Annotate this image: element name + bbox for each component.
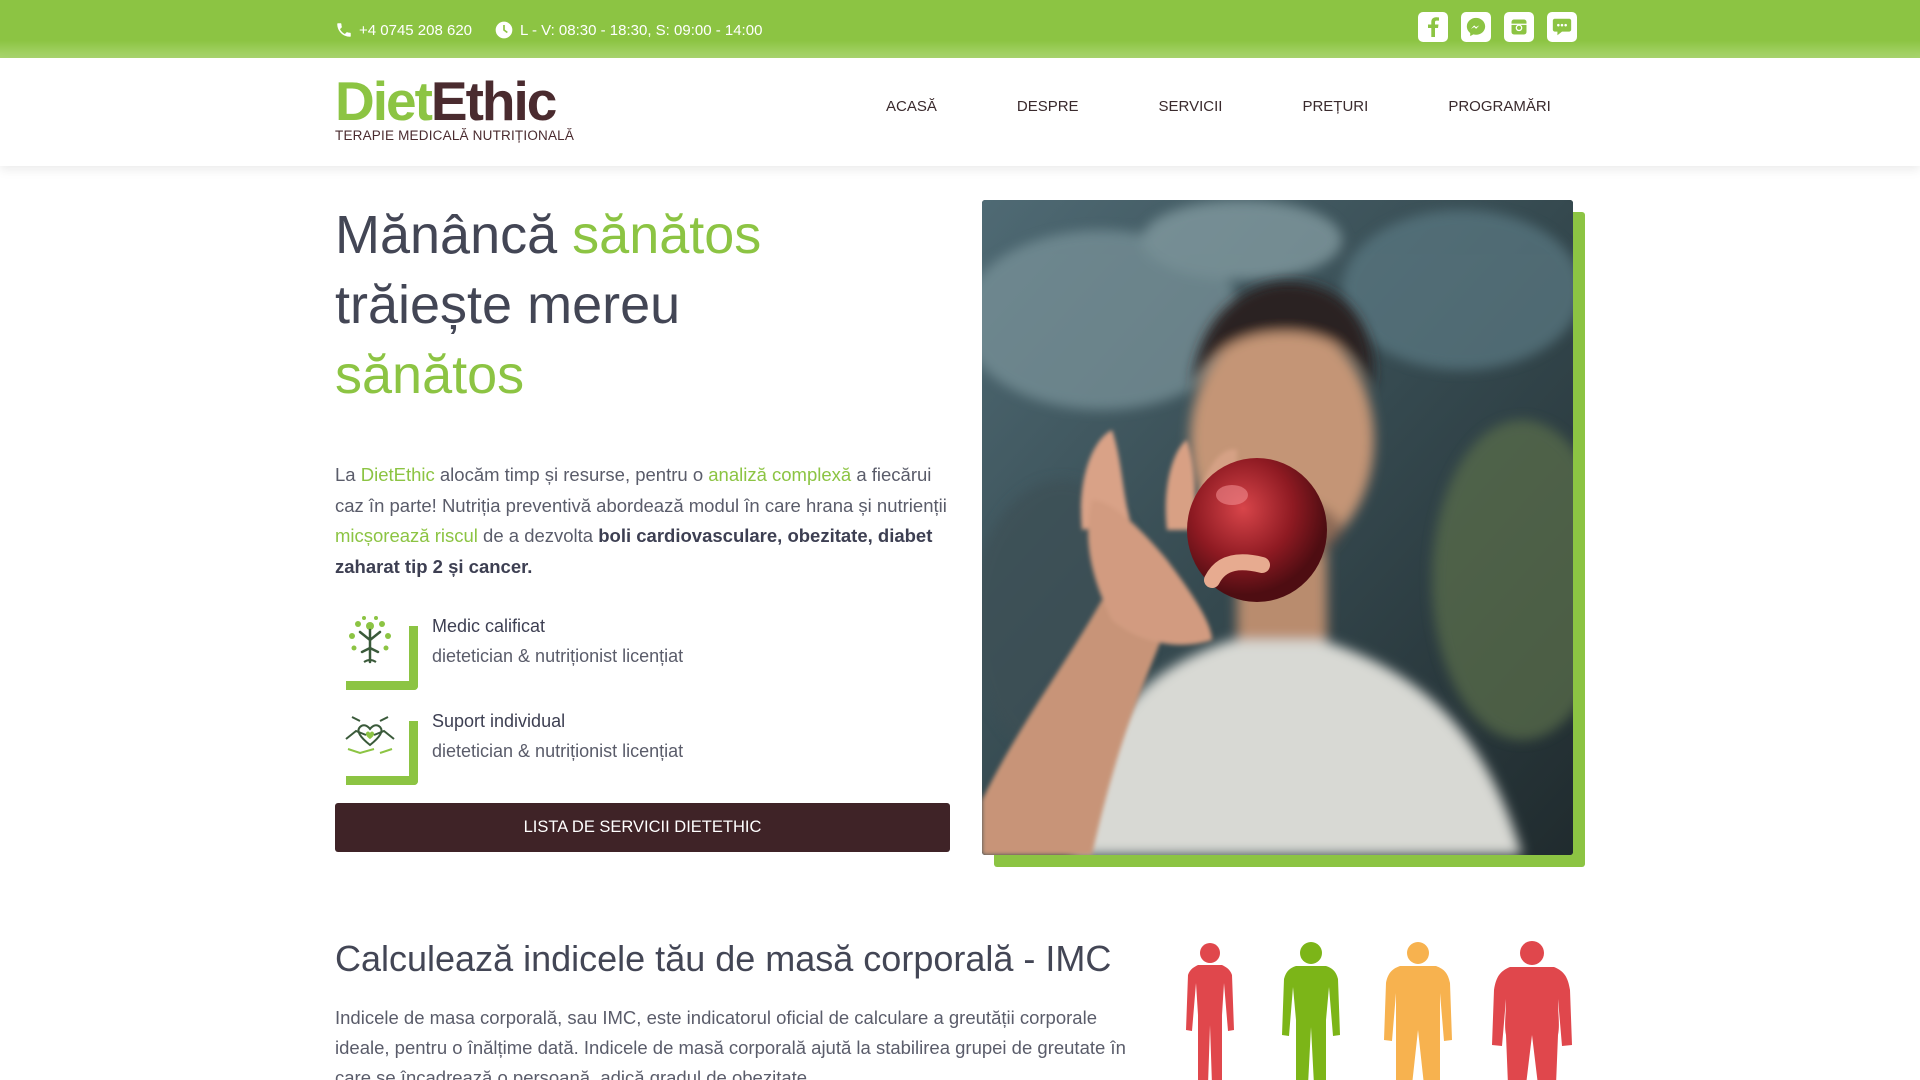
top-bar: +4 0745 208 620 L - V: 08:30 - 18:30, S:… (0, 0, 1920, 58)
messenger-link[interactable] (1461, 12, 1491, 42)
imc-section-title: Calculează indicele tău de masă corporal… (335, 938, 1112, 979)
feature-subtitle: dietetician & nutriționist licențiat (432, 741, 684, 761)
nav-acasa[interactable]: ACASĂ (886, 98, 937, 115)
hero-title-word1: Mănâncă (335, 205, 573, 265)
instagram-link[interactable] (1504, 12, 1534, 42)
logo-ethic: Ethic (430, 70, 557, 132)
chat-icon (1552, 18, 1572, 36)
body-silhouette-overweight (1384, 942, 1452, 1080)
feature-icon-box (340, 707, 418, 785)
clock-icon (495, 21, 513, 39)
nav-despre[interactable]: DESPRE (1017, 98, 1079, 115)
facebook-link[interactable] (1418, 12, 1448, 42)
social-links (1418, 12, 1590, 42)
nav-servicii[interactable]: SERVICII (1159, 98, 1223, 115)
tree-person-icon (349, 616, 391, 664)
hero-title-word2: sănătos (572, 205, 762, 265)
phone-link[interactable]: +4 0745 208 620 (335, 21, 472, 39)
desc-part3: alocăm timp și resurse, pentru o (434, 464, 709, 485)
logo-tagline: TERAPIE MEDICALĂ NUTRIȚIONALĂ (335, 128, 575, 143)
desc-part1: La (335, 464, 361, 485)
site-header: DietEthic TERAPIE MEDICALĂ NUTRIȚIONALĂ … (0, 58, 1920, 166)
opening-hours: L - V: 08:30 - 18:30, S: 09:00 - 14:00 (520, 21, 763, 39)
instagram-icon (1511, 19, 1527, 35)
hours-info: L - V: 08:30 - 18:30, S: 09:00 - 14:00 (494, 20, 762, 40)
feature-support: Suport individual dietetician & nutrițio… (340, 707, 900, 787)
hero-title: Mănâncă sănătos trăiește mereu sănătos (335, 200, 855, 410)
doctor-illustration (982, 200, 1573, 855)
caring-hands-icon (345, 716, 395, 755)
logo-diet: Diet (335, 70, 433, 132)
feature-subtitle: dietetician & nutriționist licențiat (432, 646, 684, 666)
desc-part7: de a dezvolta (477, 525, 599, 546)
site-logo[interactable]: DietEthic TERAPIE MEDICALĂ NUTRIȚIONALĂ (335, 72, 574, 143)
hero-title-line3: sănătos (335, 345, 525, 405)
contact-info: +4 0745 208 620 L - V: 08:30 - 18:30, S:… (335, 20, 784, 40)
feature-title: Suport individual (432, 711, 566, 731)
messenger-icon (1466, 17, 1486, 37)
hero-photo-doctor-apple (982, 200, 1573, 855)
body-silhouette-underweight (1186, 943, 1234, 1080)
nav-preturi[interactable]: PREȚURI (1302, 98, 1368, 115)
nav-programari[interactable]: PROGRAMĂRI (1448, 98, 1551, 115)
feature-icon-box (340, 612, 418, 690)
desc-highlight1: analiză complexă (708, 464, 852, 485)
desc-highlight2: micșorează riscul (335, 525, 478, 546)
chat-link[interactable] (1547, 12, 1577, 42)
phone-icon (337, 23, 351, 37)
imc-description: Indicele de masa corporală, sau IMC, est… (335, 1007, 1126, 1080)
facebook-icon (1428, 17, 1439, 37)
body-silhouette-obese (1492, 941, 1572, 1080)
services-list-button[interactable]: LISTA DE SERVICII DIETETHIC (335, 803, 950, 852)
hero-description: La DietEthic alocăm timp și resurse, pen… (335, 460, 950, 582)
hero-title-line2: trăiește mereu (335, 275, 681, 335)
logo-wordmark: DietEthic (335, 72, 574, 130)
feature-medic: Medic calificat dietetician & nutriționi… (340, 612, 900, 692)
body-silhouette-normal (1282, 942, 1340, 1080)
phone-number: +4 0745 208 620 (359, 21, 473, 39)
body-silhouettes (1186, 941, 1572, 1080)
main-nav: ACASĂ DESPRE SERVICII PREȚURI PROGRAMĂRI (886, 98, 1631, 115)
feature-title: Medic calificat (432, 616, 546, 636)
desc-brand: DietEthic (360, 464, 435, 485)
